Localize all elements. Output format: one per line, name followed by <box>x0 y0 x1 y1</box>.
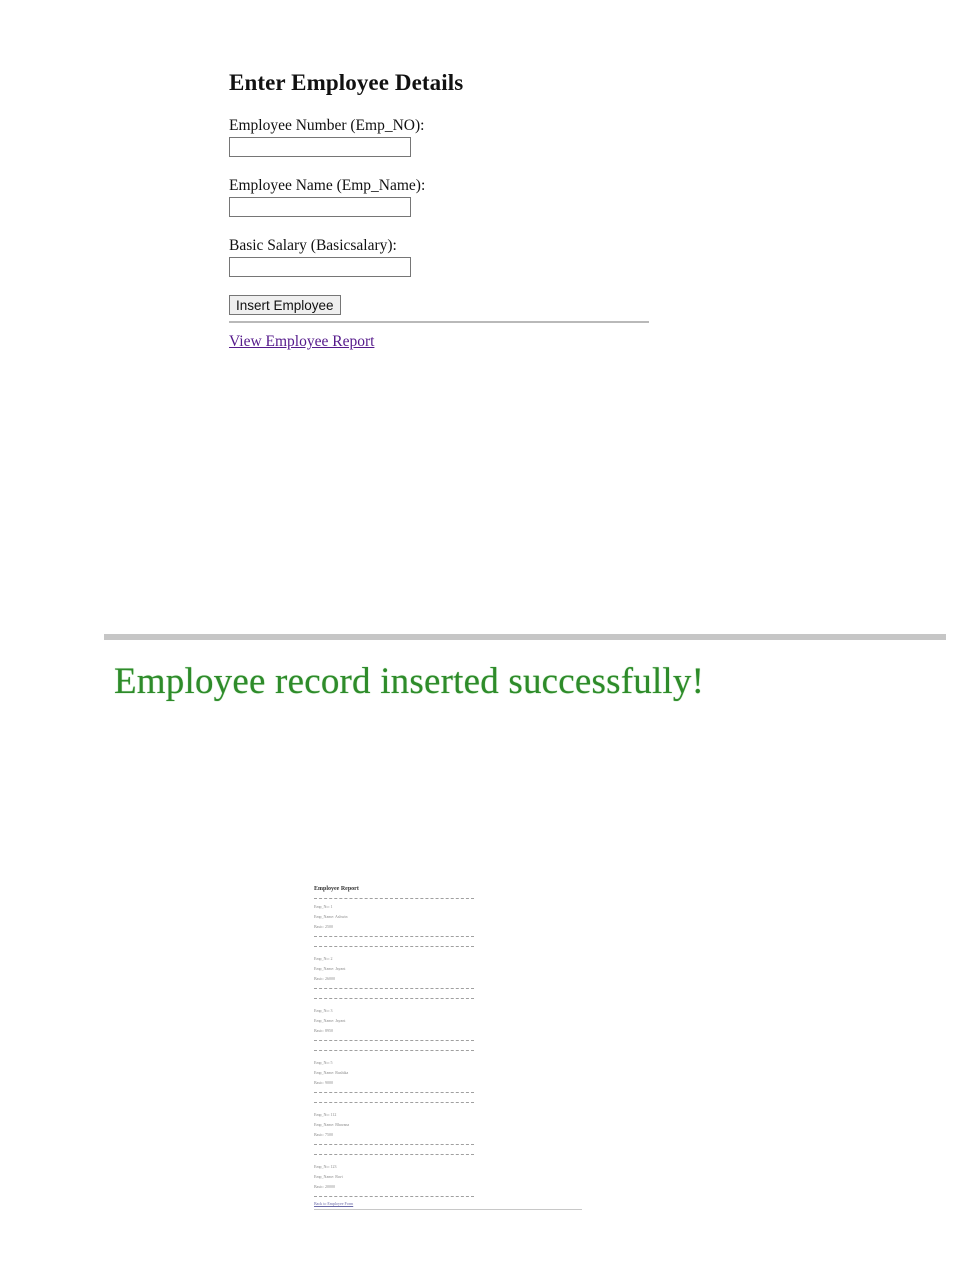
report-separator <box>314 988 474 989</box>
record-emp-name: Emp_Name: Bhavana <box>314 1122 350 1127</box>
insert-employee-button[interactable]: Insert Employee <box>229 295 341 315</box>
report-record: Emp_No: 2 Emp_Name: Jayant Basic: 26000 <box>314 951 582 988</box>
record-emp-no: Emp_No: 1 <box>314 904 333 909</box>
record-basic-salary: Basic: 26000 <box>314 976 335 981</box>
basic-salary-label: Basic Salary (Basicsalary): <box>229 237 397 254</box>
report-separator <box>314 998 474 999</box>
report-separator <box>314 936 474 937</box>
success-divider <box>104 634 946 640</box>
record-basic-salary: Basic: 2500 <box>314 924 333 929</box>
basic-salary-group: Basic Salary (Basicsalary): <box>229 236 659 277</box>
employee-report-screenshot: Employee Report Emp_No: 1 Emp_Name: Ashw… <box>314 884 582 1210</box>
report-separator <box>314 1196 474 1197</box>
report-record: Emp_No: 123 Emp_Name: Ravi Basic: 20000 <box>314 1159 582 1196</box>
record-emp-name: Emp_Name: Ashwin <box>314 914 348 919</box>
success-message: Employee record inserted successfully! <box>114 661 705 702</box>
report-separator <box>314 1092 474 1093</box>
record-emp-name: Emp_Name: Jayant <box>314 966 346 971</box>
record-emp-no: Emp_No: 112 <box>314 1112 337 1117</box>
emp-no-group: Employee Number (Emp_NO): <box>229 116 659 157</box>
emp-name-label: Employee Name (Emp_Name): <box>229 177 426 194</box>
record-emp-name: Emp_Name: Rushika <box>314 1070 349 1075</box>
back-to-form-link[interactable]: Back to Employee Form <box>314 1200 582 1208</box>
employee-form-screenshot: Enter Employee Details Employee Number (… <box>229 70 659 351</box>
basic-salary-input[interactable] <box>229 257 411 277</box>
emp-name-input[interactable] <box>229 197 411 217</box>
report-separator <box>314 946 474 947</box>
report-bottom-rule <box>314 1209 582 1210</box>
emp-name-group: Employee Name (Emp_Name): <box>229 176 659 217</box>
report-separator <box>314 1154 474 1155</box>
report-separator <box>314 1102 474 1103</box>
record-emp-no: Emp_No: 3 <box>314 1008 333 1013</box>
report-separator <box>314 1144 474 1145</box>
record-emp-name: Emp_Name: Ravi <box>314 1174 343 1179</box>
record-basic-salary: Basic: 9000 <box>314 1080 333 1085</box>
form-title: Enter Employee Details <box>229 70 464 95</box>
view-report-link[interactable]: View Employee Report <box>229 333 374 350</box>
report-separator <box>314 1050 474 1051</box>
emp-no-input[interactable] <box>229 137 411 157</box>
record-emp-no: Emp_No: 5 <box>314 1060 333 1065</box>
record-basic-salary: Basic: 8950 <box>314 1028 333 1033</box>
report-separator <box>314 1040 474 1041</box>
record-basic-salary: Basic: 7500 <box>314 1132 333 1137</box>
report-record: Emp_No: 1 Emp_Name: Ashwin Basic: 2500 <box>314 899 582 936</box>
report-record: Emp_No: 3 Emp_Name: Jayant Basic: 8950 <box>314 1003 582 1040</box>
record-emp-name: Emp_Name: Jayant <box>314 1018 346 1023</box>
record-basic-salary: Basic: 20000 <box>314 1184 335 1189</box>
record-emp-no: Emp_No: 123 <box>314 1164 337 1169</box>
form-divider <box>229 321 649 323</box>
emp-no-label: Employee Number (Emp_NO): <box>229 117 425 134</box>
report-title: Employee Report <box>314 886 359 892</box>
record-emp-no: Emp_No: 2 <box>314 956 333 961</box>
report-record: Emp_No: 112 Emp_Name: Bhavana Basic: 750… <box>314 1107 582 1144</box>
report-record: Emp_No: 5 Emp_Name: Rushika Basic: 9000 <box>314 1055 582 1092</box>
